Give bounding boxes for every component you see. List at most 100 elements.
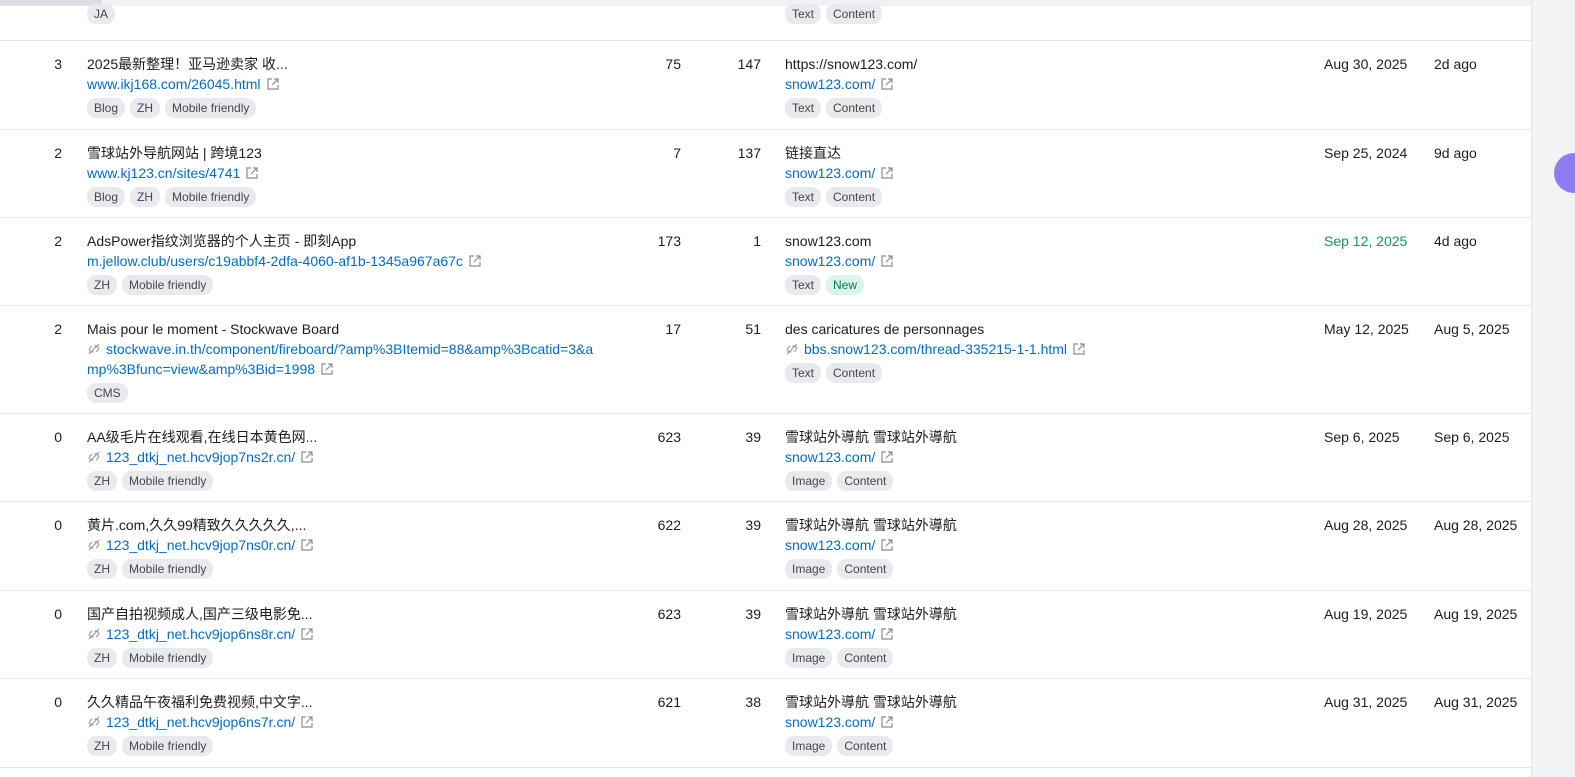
- external-link-icon[interactable]: [881, 716, 893, 728]
- external-link-icon[interactable]: [301, 539, 313, 551]
- row-tags: Blog ZH Mobile friendly: [87, 187, 607, 207]
- tag: Text: [785, 4, 822, 24]
- anchor-text: 链接直达: [785, 145, 841, 161]
- broken-link-icon: [88, 539, 100, 551]
- page-title: AA级毛片在线观看,在线日本黄色网...: [87, 429, 318, 445]
- anchor-text: des caricatures de personnages: [785, 321, 985, 337]
- target-url-link[interactable]: snow123.com/: [785, 624, 893, 644]
- tag: Content: [837, 736, 894, 756]
- referring-domains: 75: [665, 56, 681, 72]
- anchor-and-target: 雪球站外導航 雪球站外導航 snow123.com/ Image Content: [785, 515, 1305, 579]
- domain-rating: 0: [54, 429, 62, 445]
- tag: Content: [826, 4, 883, 24]
- tag: Blog: [87, 98, 126, 118]
- domain-rating: 2: [54, 321, 62, 337]
- table-row: 0 国产自拍视频成人,国产三级电影免... 123_dtkj_net.hcv9j…: [0, 591, 1531, 679]
- external-link-icon[interactable]: [881, 78, 893, 90]
- external-link-icon[interactable]: [246, 167, 258, 179]
- target-url-link[interactable]: snow123.com/: [785, 163, 893, 183]
- linked-domains: 39: [745, 517, 761, 533]
- external-link-icon[interactable]: [881, 451, 893, 463]
- referring-domains: 622: [657, 517, 681, 533]
- linked-domains: 39: [745, 606, 761, 622]
- vertical-scrollbar[interactable]: [1531, 0, 1575, 777]
- target-url-link[interactable]: snow123.com/: [785, 447, 893, 467]
- row-tags: ZH Mobile friendly: [87, 559, 607, 579]
- referring-page: 久久精品午夜福利免费视频,中文字... 123_dtkj_net.hcv9jop…: [87, 692, 607, 756]
- anchor-and-target: 雪球站外導航 雪球站外導航 snow123.com/ Image Content: [785, 692, 1305, 756]
- external-link-icon[interactable]: [881, 167, 893, 179]
- external-link-icon[interactable]: [266, 78, 279, 90]
- tag: ZH: [87, 275, 117, 295]
- referring-domains: 623: [657, 429, 681, 445]
- linked-domains: 38: [745, 694, 761, 710]
- row-tags: Blog ZH Mobile friendly: [87, 98, 607, 118]
- table-row: 3 2025最新整理！亚马逊卖家 收... www.ikj168.com/260…: [0, 41, 1531, 130]
- page-url-link[interactable]: 123_dtkj_net.hcv9jop6ns7r.cn/: [87, 712, 313, 732]
- referring-page: 黄片.com,久久99精致久久久久久,... 123_dtkj_net.hcv9…: [87, 515, 607, 579]
- target-url-link[interactable]: snow123.com/: [785, 712, 893, 732]
- table-row: JA Text Content: [0, 0, 1531, 41]
- page-url-link[interactable]: 123_dtkj_net.hcv9jop7ns0r.cn/: [87, 535, 313, 555]
- external-link-icon[interactable]: [881, 255, 893, 267]
- external-link-icon[interactable]: [301, 716, 313, 728]
- external-link-icon[interactable]: [881, 628, 893, 640]
- external-link-icon[interactable]: [301, 628, 313, 640]
- external-link-icon[interactable]: [1073, 343, 1085, 355]
- target-url-link[interactable]: snow123.com/: [785, 74, 893, 94]
- first-seen: Aug 30, 2025: [1324, 56, 1408, 72]
- page-title: 黄片.com,久久99精致久久久久久,...: [87, 517, 307, 533]
- new-badge: New: [826, 275, 865, 295]
- page-url-link[interactable]: stockwave.in.th/component/fireboard/?amp…: [87, 339, 597, 379]
- external-link-icon[interactable]: [881, 539, 893, 551]
- page-title: 久久精品午夜福利免费视频,中文字...: [87, 694, 313, 710]
- anchor-tags: Text Content: [785, 187, 1305, 207]
- tag: Text: [785, 187, 822, 207]
- tag: Content: [826, 363, 883, 383]
- external-link-icon[interactable]: [301, 451, 313, 463]
- linked-domains: 1: [753, 233, 761, 249]
- anchor-and-target: 雪球站外導航 雪球站外導航 snow123.com/ Image Content: [785, 604, 1305, 668]
- tag: Content: [837, 471, 894, 491]
- page-url-link[interactable]: m.jellow.club/users/c19abbf4-2dfa-4060-a…: [87, 251, 481, 271]
- tag: Image: [785, 648, 833, 668]
- first-seen: Aug 19, 2025: [1324, 606, 1408, 622]
- target-url-link[interactable]: snow123.com/: [785, 535, 893, 555]
- row-tags: ZH Mobile friendly: [87, 471, 607, 491]
- page-url-link[interactable]: 123_dtkj_net.hcv9jop7ns2r.cn/: [87, 447, 313, 467]
- tag: Image: [785, 736, 833, 756]
- anchor-tags: Image Content: [785, 559, 1305, 579]
- tag: Image: [785, 559, 833, 579]
- page-url-link[interactable]: www.ikj168.com/26045.html: [87, 74, 279, 94]
- target-url-link[interactable]: snow123.com/: [785, 251, 893, 271]
- page-url-link[interactable]: 123_dtkj_net.hcv9jop6ns8r.cn/: [87, 624, 313, 644]
- external-link-icon[interactable]: [321, 363, 333, 375]
- tag: Text: [785, 275, 822, 295]
- tag: ZH: [87, 648, 117, 668]
- anchor-tags: Text Content: [785, 363, 1305, 383]
- tag: ZH: [130, 98, 161, 118]
- tag: Mobile friendly: [165, 187, 257, 207]
- page-url-link[interactable]: www.kj123.cn/sites/4741: [87, 163, 258, 183]
- anchor-text: snow123.com: [785, 233, 872, 249]
- target-url-link[interactable]: bbs.snow123.com/thread-335215-1-1.html: [785, 339, 1085, 359]
- tag: JA: [87, 4, 116, 24]
- external-link-icon[interactable]: [469, 255, 481, 267]
- first-seen: Aug 31, 2025: [1324, 694, 1408, 710]
- table-row: 2 雪球站外导航网站 | 跨境123 www.kj123.cn/sites/47…: [0, 130, 1531, 218]
- tag: Text: [785, 98, 822, 118]
- referring-domains: 7: [673, 145, 681, 161]
- anchor-tags: Image Content: [785, 648, 1305, 668]
- table-row: 0 久久精品午夜福利免费视频,中文字... 123_dtkj_net.hcv9j…: [0, 679, 1531, 768]
- anchor-and-target: 雪球站外導航 雪球站外導航 snow123.com/ Image Content: [785, 427, 1305, 491]
- row-tags: JA: [87, 4, 116, 24]
- referring-domains: 623: [657, 606, 681, 622]
- linked-domains: 137: [737, 145, 761, 161]
- table-row: 0 黄片.com,久久99精致久久久久久,... 123_dtkj_net.hc…: [0, 502, 1531, 591]
- broken-link-icon: [88, 628, 100, 640]
- tag: ZH: [87, 736, 117, 756]
- page-title: 雪球站外导航网站 | 跨境123: [87, 145, 262, 161]
- referring-page: 雪球站外导航网站 | 跨境123 www.kj123.cn/sites/4741…: [87, 143, 607, 207]
- anchor-and-target: 链接直达 snow123.com/ Text Content: [785, 143, 1305, 207]
- last-seen: Sep 6, 2025: [1434, 429, 1510, 445]
